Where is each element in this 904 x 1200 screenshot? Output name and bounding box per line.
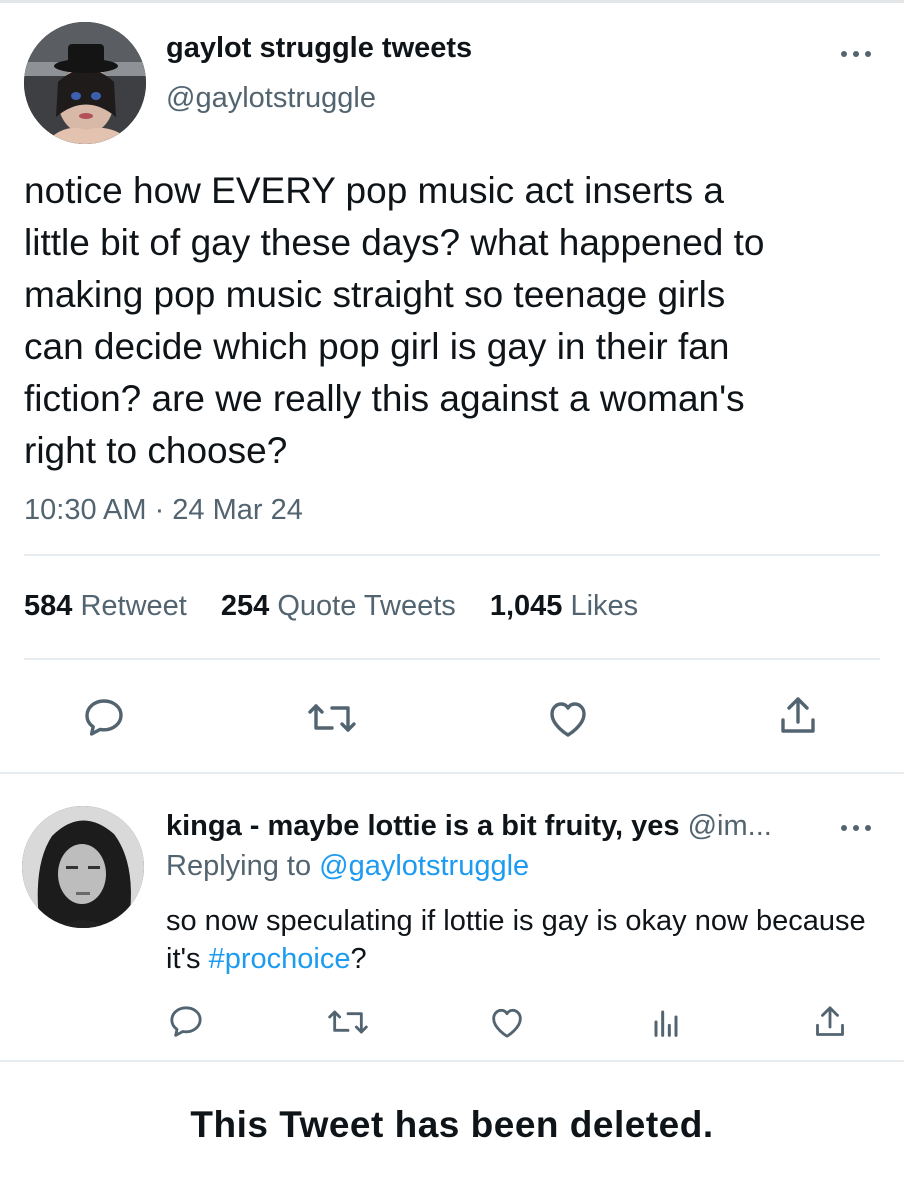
replying-prefix: Replying to [166, 850, 320, 882]
retweet-icon[interactable] [326, 1002, 370, 1042]
avatar-photo-icon [24, 22, 146, 144]
divider [0, 772, 904, 774]
reply-header: kinga - maybe lottie is a bit fruity, ye… [166, 810, 772, 843]
share-icon[interactable] [810, 1002, 850, 1042]
like-icon[interactable] [487, 1002, 527, 1042]
main-tweet-text: notice how EVERY pop music act inserts a… [24, 170, 765, 471]
likes-stat[interactable]: 1,045 Likes [490, 590, 638, 622]
retweet-stat[interactable]: 584 Retweet [24, 590, 187, 622]
likes-count: 1,045 [489, 590, 563, 622]
reply-text-after: ? [350, 943, 367, 975]
reply-icon[interactable] [80, 694, 128, 742]
deleted-notice: This Tweet has been deleted. [190, 1104, 714, 1145]
main-author-name[interactable]: gaylot struggle tweets [166, 32, 472, 65]
replying-to-line: Replying to @gaylotstruggle [166, 850, 529, 883]
top-border [0, 0, 904, 3]
retweet-icon[interactable] [306, 694, 358, 742]
hashtag-link[interactable]: #prochoice [209, 943, 351, 975]
reply-author-name[interactable]: kinga - maybe lottie is a bit fruity, ye… [166, 810, 680, 842]
likes-label: Likes [570, 590, 639, 622]
retweet-label: Retweet [80, 590, 187, 622]
share-icon[interactable] [774, 692, 822, 740]
more-options-icon[interactable] [838, 46, 874, 62]
divider [0, 1060, 904, 1062]
avatar-photo-icon [22, 806, 144, 928]
quote-stat[interactable]: 254 Quote Tweets [221, 590, 456, 622]
like-icon[interactable] [544, 694, 592, 742]
reply-author-avatar[interactable] [22, 806, 144, 928]
replying-to-mention[interactable]: @gaylotstruggle [319, 850, 529, 882]
analytics-icon[interactable] [646, 1002, 686, 1042]
main-author-handle[interactable]: @gaylotstruggle [166, 82, 376, 115]
reply-author-handle[interactable]: @im... [688, 810, 772, 842]
reply-tweet-text: so now speculating if lottie is gay is o… [166, 902, 866, 978]
quote-count: 254 [220, 590, 270, 622]
main-author-avatar[interactable] [24, 22, 146, 144]
divider [24, 554, 880, 556]
quote-label: Quote Tweets [277, 590, 456, 622]
more-options-icon[interactable] [838, 820, 874, 836]
tweet-stats: 584 Retweet 254 Quote Tweets 1,045 Likes [24, 590, 664, 623]
divider [24, 658, 880, 660]
main-tweet-timestamp[interactable]: 10:30 AM · 24 Mar 24 [24, 494, 303, 527]
reply-icon[interactable] [166, 1002, 206, 1042]
retweet-count: 584 [24, 590, 73, 622]
